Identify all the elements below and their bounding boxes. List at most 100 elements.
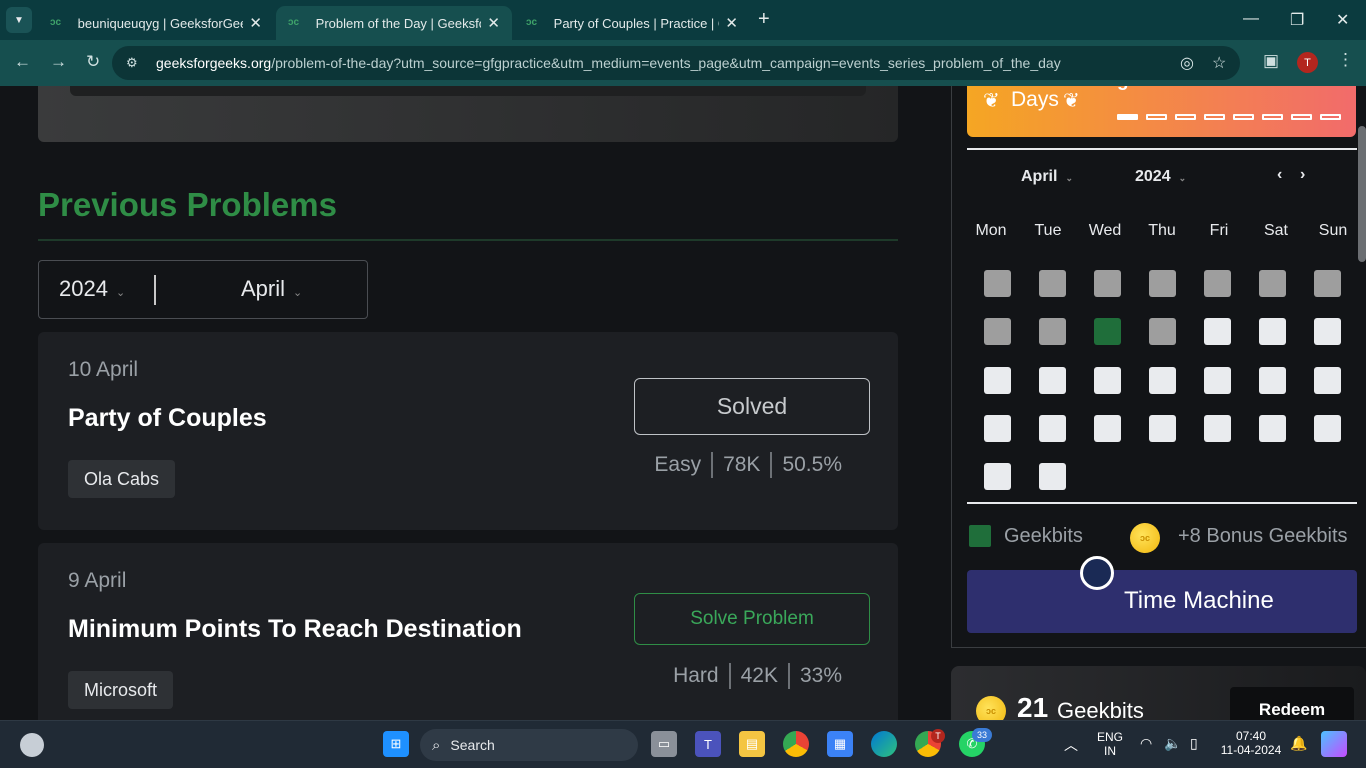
wifi-icon[interactable]: ◠ bbox=[1140, 735, 1152, 752]
calendar-day-cell[interactable] bbox=[984, 367, 1011, 394]
problem-stats: Easy 78K 50.5% bbox=[654, 452, 842, 478]
accuracy: 33% bbox=[799, 664, 842, 687]
minimize-button[interactable]: — bbox=[1243, 10, 1259, 28]
address-bar[interactable]: ⚙ geeksforgeeks.org/problem-of-the-day?u… bbox=[112, 46, 1240, 80]
time-machine-button[interactable]: Time Machine bbox=[967, 556, 1357, 633]
search-icon: ⌕ bbox=[432, 736, 441, 754]
next-month-icon[interactable]: › bbox=[1300, 166, 1305, 184]
redeem-button[interactable]: Redeem bbox=[1230, 687, 1354, 720]
profile-avatar[interactable]: T bbox=[1297, 52, 1318, 73]
month-select[interactable]: April ⌄ bbox=[241, 276, 302, 302]
volume-icon[interactable]: 🔈 bbox=[1164, 735, 1181, 752]
solve-problem-button[interactable]: Solve Problem bbox=[634, 593, 870, 645]
calendar-day-cell[interactable] bbox=[1149, 415, 1176, 442]
side-panel-icon[interactable]: ▣ bbox=[1263, 51, 1279, 71]
tracking-protection-icon[interactable]: ◎ bbox=[1180, 53, 1194, 73]
close-tab-icon[interactable]: ✕ bbox=[725, 14, 738, 32]
calendar-day-cell[interactable] bbox=[1314, 367, 1341, 394]
teams-icon[interactable]: T bbox=[695, 731, 721, 757]
calendar-day-cell[interactable] bbox=[1094, 270, 1121, 297]
calendar-day-cell[interactable] bbox=[1094, 415, 1121, 442]
calendar-day-cell[interactable] bbox=[1259, 270, 1286, 297]
weather-icon[interactable] bbox=[20, 733, 44, 757]
chrome-profile-badge: T bbox=[931, 729, 945, 743]
restore-button[interactable]: ❐ bbox=[1290, 10, 1304, 30]
calendar-day-cell[interactable] bbox=[1039, 270, 1066, 297]
chevron-up-icon[interactable]: ︿ bbox=[1064, 735, 1078, 755]
geekbits-legend-swatch bbox=[969, 525, 991, 547]
calendar-year-select[interactable]: 2024 ⌄ bbox=[1135, 168, 1186, 186]
scrollbar-thumb[interactable] bbox=[1358, 126, 1366, 262]
streak-days-label: Days bbox=[1011, 88, 1059, 111]
calendar-day-cell[interactable] bbox=[1259, 415, 1286, 442]
calendar-day-cell[interactable] bbox=[1039, 367, 1066, 394]
calendar-day-cell[interactable] bbox=[984, 415, 1011, 442]
divider bbox=[967, 502, 1357, 504]
tab-profile[interactable]: ↄc beuniqueuqyg | GeeksforGeeks ✕ bbox=[38, 6, 274, 40]
calendar-day-cell[interactable] bbox=[1094, 367, 1121, 394]
close-tab-icon[interactable]: ✕ bbox=[487, 14, 500, 32]
new-tab-button[interactable]: + bbox=[758, 8, 770, 31]
calendar-day-cell[interactable] bbox=[1039, 415, 1066, 442]
time-machine-label: Time Machine bbox=[1124, 587, 1274, 614]
calendar-day-cell[interactable] bbox=[1149, 318, 1176, 345]
calendar-day-cell[interactable] bbox=[1259, 318, 1286, 345]
chrome-icon[interactable] bbox=[783, 731, 809, 757]
whatsapp-badge: 33 bbox=[972, 728, 992, 742]
calendar-month-select[interactable]: April ⌄ bbox=[1021, 168, 1073, 186]
forward-button[interactable]: → bbox=[50, 52, 67, 72]
file-explorer-icon[interactable]: ▤ bbox=[739, 731, 765, 757]
url-text[interactable]: geeksforgeeks.org/problem-of-the-day?utm… bbox=[156, 55, 1061, 71]
copilot-icon[interactable] bbox=[1321, 731, 1347, 757]
calendar-day-cell[interactable] bbox=[1204, 415, 1231, 442]
reload-button[interactable]: ↻ bbox=[86, 52, 100, 72]
tab-problem-of-the-day[interactable]: ↄc Problem of the Day | GeeksforGeeks ✕ bbox=[276, 6, 512, 40]
clock[interactable]: 07:40 11-04-2024 bbox=[1218, 729, 1284, 757]
taskbar-search[interactable]: ⌕ Search bbox=[420, 729, 638, 761]
start-icon[interactable]: ⊞ bbox=[383, 731, 409, 757]
calendar-day-cell[interactable] bbox=[1094, 318, 1121, 345]
close-window-button[interactable]: ✕ bbox=[1336, 10, 1349, 30]
geekbits-count: 21 bbox=[1017, 692, 1049, 720]
calendar-day-cell[interactable] bbox=[984, 318, 1011, 345]
prev-month-icon[interactable]: ‹ bbox=[1277, 166, 1282, 184]
bookmark-star-icon[interactable]: ☆ bbox=[1212, 53, 1226, 73]
problem-name[interactable]: Minimum Points To Reach Destination bbox=[68, 615, 522, 644]
tab-search-button[interactable]: ▼ bbox=[6, 7, 32, 33]
calendar-day-cell[interactable] bbox=[1149, 270, 1176, 297]
language-indicator[interactable]: ENG IN bbox=[1096, 730, 1124, 758]
menu-icon[interactable]: ⋮ bbox=[1337, 50, 1354, 70]
calendar-day-cell[interactable] bbox=[1039, 463, 1066, 490]
calendar-day-cell[interactable] bbox=[984, 270, 1011, 297]
chevron-down-icon: ⌄ bbox=[1178, 173, 1187, 183]
year-select[interactable]: 2024 ⌄ bbox=[59, 276, 125, 302]
calendar-day-cell[interactable] bbox=[1204, 318, 1231, 345]
problem-name[interactable]: Party of Couples bbox=[68, 404, 267, 433]
calendar-day-cell[interactable] bbox=[1314, 415, 1341, 442]
notification-bell-icon[interactable]: 🔔 bbox=[1290, 735, 1307, 752]
calendar-day-cell[interactable] bbox=[1314, 318, 1341, 345]
battery-icon[interactable]: ▯ bbox=[1190, 735, 1198, 752]
edge-icon[interactable] bbox=[871, 731, 897, 757]
calendar-day-cell[interactable] bbox=[984, 463, 1011, 490]
calendar-day-cell[interactable] bbox=[1314, 270, 1341, 297]
windows-taskbar: ⊞ ⌕ Search ▭ T ▤ ▦ T ✆ 33 ︿ ENG IN ◠ 🔈 ▯… bbox=[0, 720, 1366, 768]
task-view-icon[interactable]: ▭ bbox=[651, 731, 677, 757]
calendar-day-cell[interactable] bbox=[1039, 318, 1066, 345]
geekbits-box: ↄc 21 Geekbits Redeem bbox=[951, 666, 1366, 720]
site-info-icon[interactable]: ⚙ bbox=[126, 55, 146, 71]
tab-party-of-couples[interactable]: ↄc Party of Couples | Practice | Geeksfo… bbox=[514, 6, 750, 40]
store-icon[interactable]: ▦ bbox=[827, 731, 853, 757]
calendar-day-cell[interactable] bbox=[1204, 270, 1231, 297]
calendar-day-cell[interactable] bbox=[1149, 367, 1176, 394]
close-tab-icon[interactable]: ✕ bbox=[249, 14, 262, 32]
streak-banner: ❦ Days ❦ geekbits bbox=[967, 86, 1356, 137]
solved-button[interactable]: Solved bbox=[634, 378, 870, 435]
calendar-day-cell[interactable] bbox=[1204, 367, 1231, 394]
problem-card: 9 April Minimum Points To Reach Destinat… bbox=[38, 543, 898, 720]
laurel-right-icon: ❦ bbox=[1063, 90, 1080, 112]
back-button[interactable]: ← bbox=[14, 52, 31, 72]
streak-dash bbox=[1117, 114, 1138, 120]
streak-dash bbox=[1320, 114, 1341, 120]
calendar-day-cell[interactable] bbox=[1259, 367, 1286, 394]
